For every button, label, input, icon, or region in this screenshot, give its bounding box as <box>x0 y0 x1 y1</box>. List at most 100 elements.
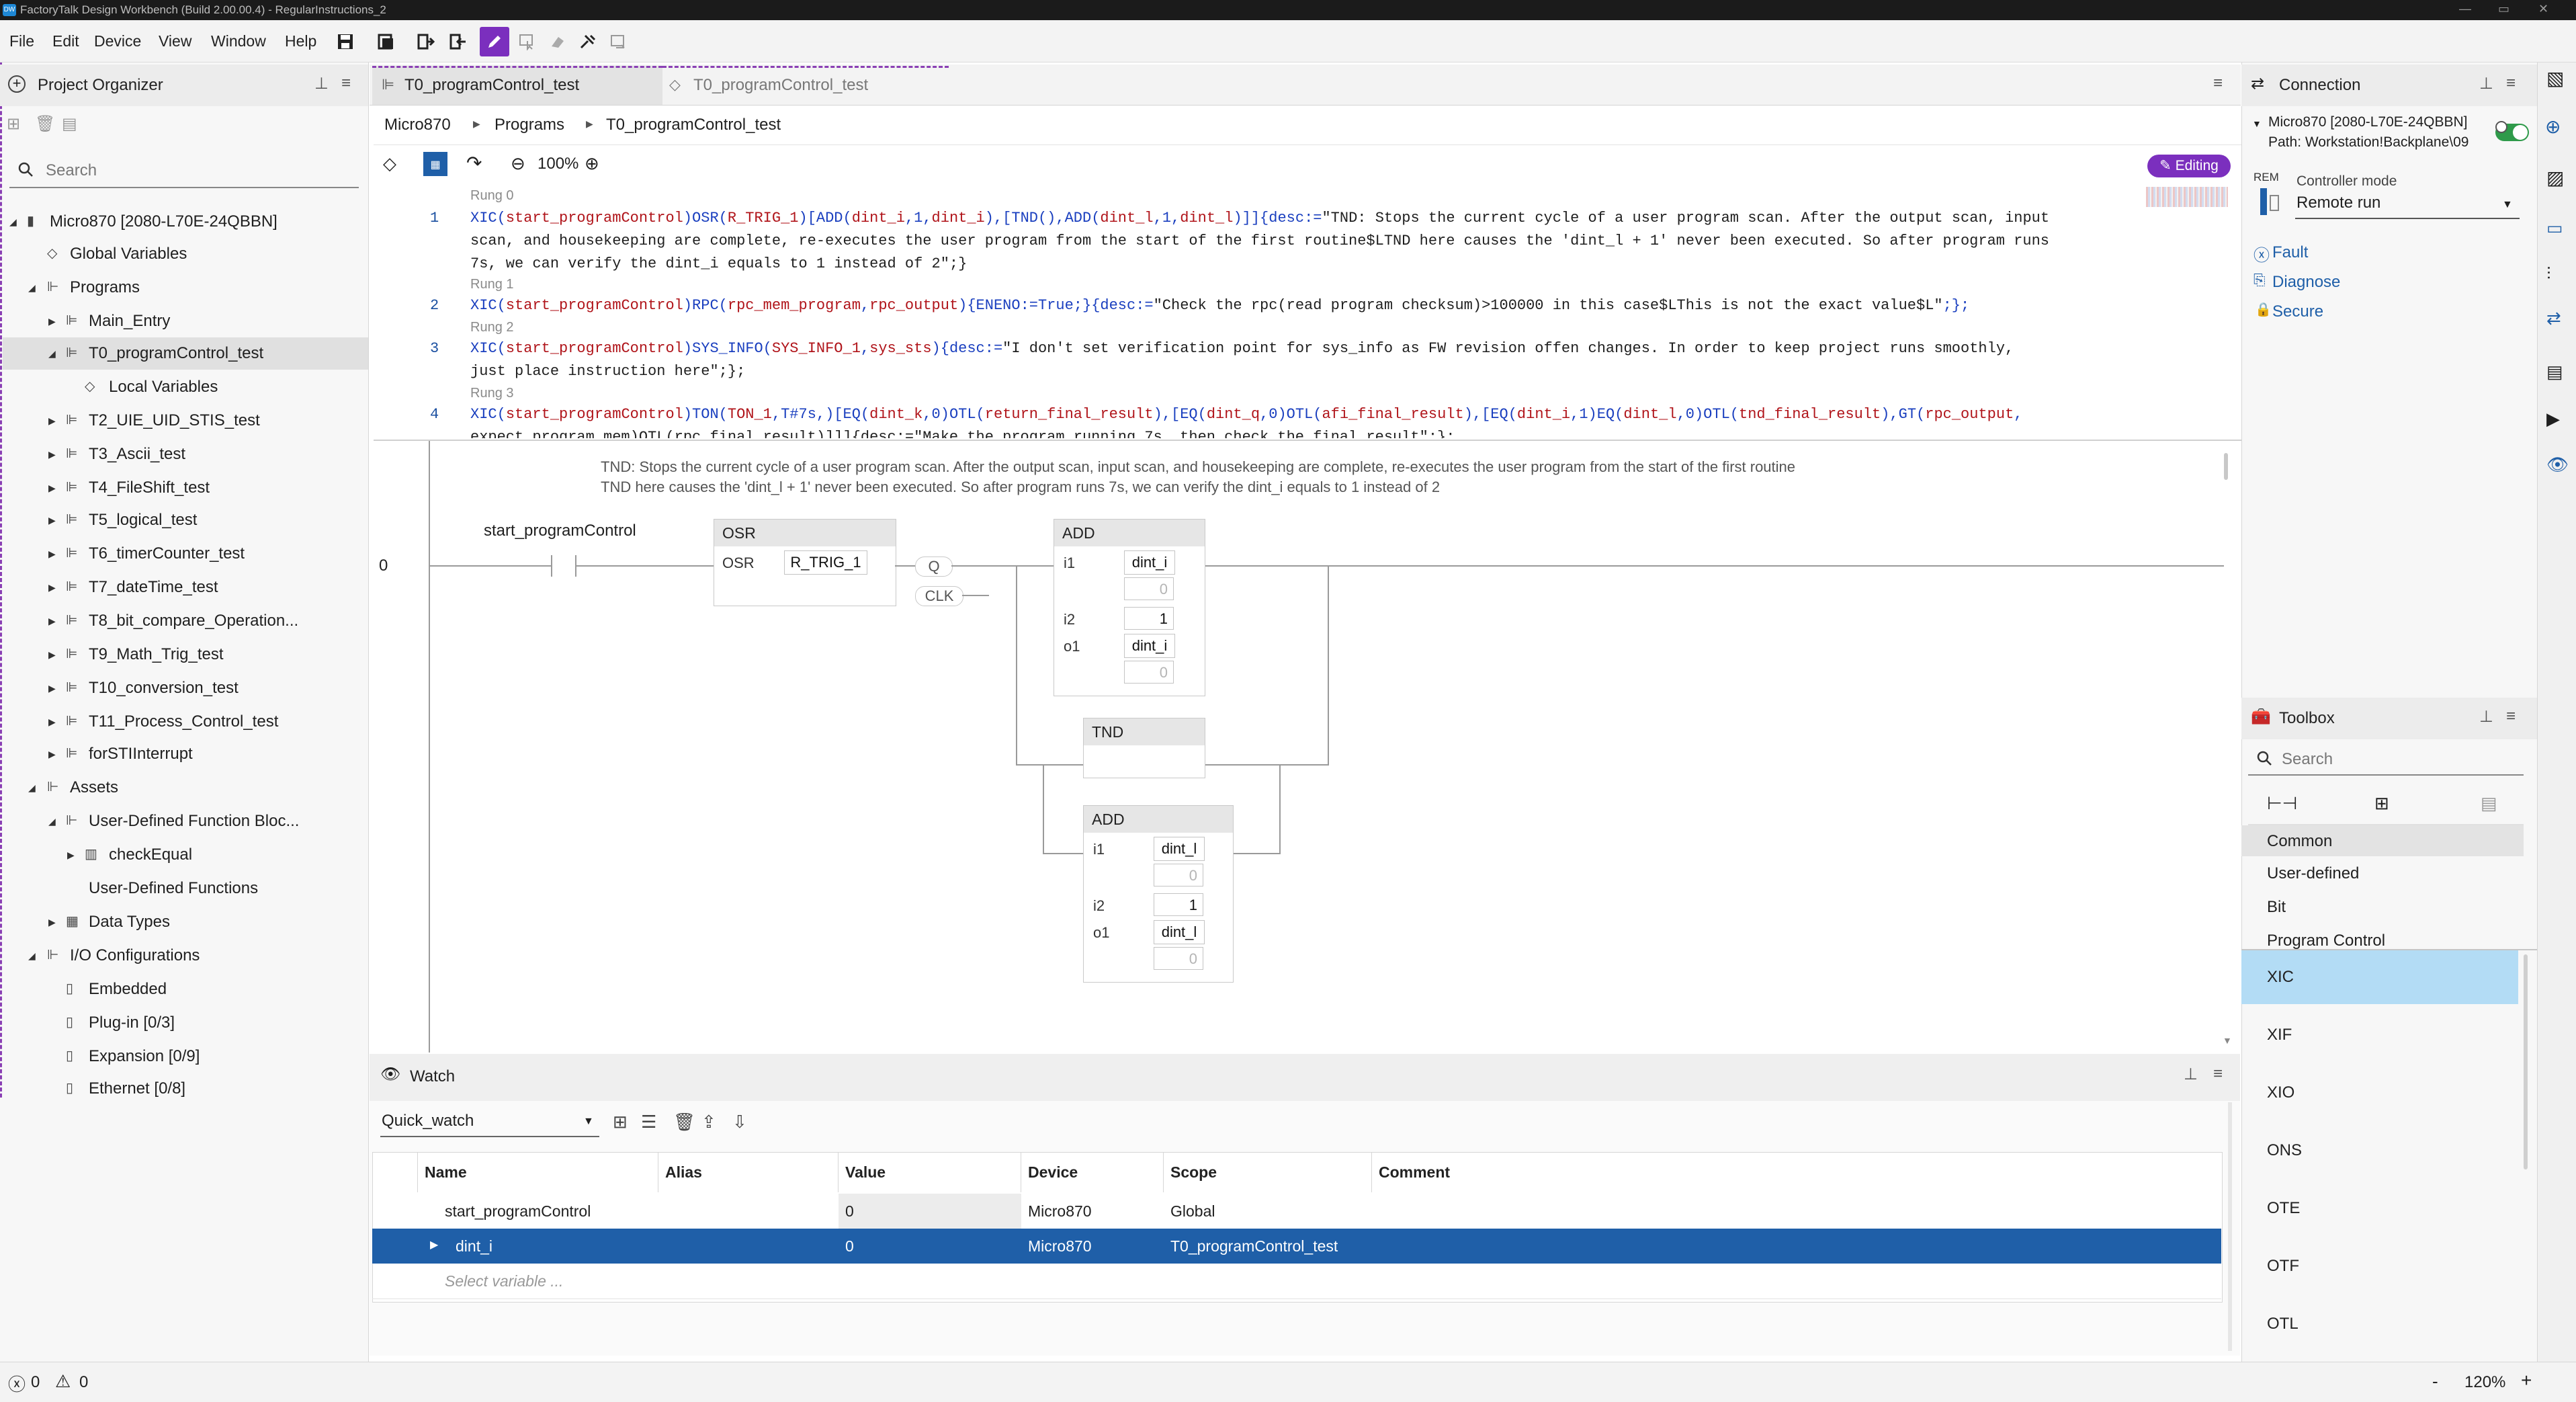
delete-icon[interactable]: 🗑 <box>673 1112 695 1132</box>
expand-icon[interactable]: ▶ <box>48 515 56 526</box>
watch-scrollbar[interactable] <box>2228 1102 2232 1351</box>
collapse-icon[interactable]: ◢ <box>28 282 36 294</box>
watch-panel-icon[interactable]: 👁 <box>2546 454 2569 475</box>
code-minimap[interactable] <box>2146 187 2228 207</box>
zoom-out-button[interactable]: - <box>2432 1371 2438 1392</box>
category-user-defined[interactable]: User-defined <box>2267 864 2359 883</box>
column-value[interactable]: Value <box>839 1152 1021 1192</box>
maximize-icon[interactable]: ▭ <box>2498 2 2509 16</box>
panel-menu-icon[interactable]: ≡ <box>2506 74 2516 93</box>
code-line[interactable]: scan, and housekeeping are complete, re-… <box>470 233 2049 249</box>
menu-window[interactable]: Window <box>211 32 266 50</box>
tree-program-t5[interactable]: T5_logical_test <box>89 511 197 530</box>
tree-assets[interactable]: Assets <box>70 778 118 797</box>
connection-panel-icon[interactable]: ⊕ <box>2545 116 2561 138</box>
zoom-in-icon[interactable]: ⊕ <box>585 153 599 174</box>
tree-program-t10[interactable]: T10_conversion_test <box>89 679 239 698</box>
zoom-out-icon[interactable]: ⊖ <box>511 153 525 174</box>
new-item-icon[interactable]: ⊞ <box>7 114 20 134</box>
save-all-icon[interactable] <box>371 27 400 56</box>
terminal-icon[interactable]: ▶ <box>2546 409 2560 429</box>
collapse-icon[interactable]: ◢ <box>48 348 56 360</box>
expand-icon[interactable]: ▶ <box>48 449 56 460</box>
fault-icon[interactable]: ⓧ <box>2253 242 2270 265</box>
column-alias[interactable]: Alias <box>658 1152 839 1192</box>
upload-icon[interactable] <box>411 27 441 56</box>
code-line[interactable]: XIC(start_programControl)OSR(R_TRIG_1)[A… <box>470 210 2049 226</box>
expand-icon[interactable]: ▶ <box>48 316 56 327</box>
add-block-2[interactable]: ADD i1 dint_l 0 i2 1 o1 dint_l 0 <box>1083 805 1234 983</box>
value-cell[interactable] <box>839 1194 1021 1229</box>
tree-program-t4[interactable]: T4_FileShift_test <box>89 479 210 497</box>
menu-view[interactable]: View <box>159 32 191 50</box>
pin-icon[interactable]: ⊥ <box>2479 74 2493 93</box>
st-tab-icon[interactable]: ▤ <box>2481 793 2497 814</box>
fault-link[interactable]: Fault <box>2272 243 2308 262</box>
panel-menu-icon[interactable]: ≡ <box>341 74 351 93</box>
tnd-block[interactable]: TND <box>1083 718 1205 778</box>
download-icon[interactable] <box>443 27 473 56</box>
table-row[interactable]: start_programControl 0 Micro870 Global <box>372 1194 2221 1229</box>
tree-check-equal[interactable]: checkEqual <box>109 846 192 864</box>
expand-icon[interactable]: ▶ <box>48 616 56 627</box>
tree-program-t2[interactable]: T2_UIE_UID_STIS_test <box>89 411 260 430</box>
contact-variable-name[interactable]: start_programControl <box>484 522 636 540</box>
tree-io-expansion[interactable]: Expansion [0/9] <box>89 1047 200 1066</box>
category-program-control[interactable]: Program Control <box>2267 932 2385 949</box>
controller-mode-select[interactable]: Remote run ▼ <box>2295 191 2520 219</box>
tree-io-embedded[interactable]: Embedded <box>89 980 167 999</box>
tools-icon[interactable] <box>572 27 602 56</box>
pin-icon[interactable]: ⊥ <box>2184 1065 2198 1084</box>
delete-icon[interactable]: 🗑 <box>35 114 55 134</box>
tree-program-t6[interactable]: T6_timerCounter_test <box>89 544 245 563</box>
pin-icon[interactable]: ⊥ <box>2479 707 2493 727</box>
warning-icon[interactable]: ⚠ <box>55 1371 71 1392</box>
ladder-diagram[interactable] <box>374 441 2241 1053</box>
expand-icon[interactable]: ▶ <box>67 850 75 861</box>
tree-program-main-entry[interactable]: Main_Entry <box>89 312 170 331</box>
add-block-1[interactable]: ADD i1 dint_i 0 i2 1 o1 dint_i 0 <box>1054 519 1205 696</box>
tag-icon[interactable]: ◇ <box>383 153 396 174</box>
monitor-icon[interactable]: ▤ <box>2546 362 2563 382</box>
project-search-field[interactable]: Search <box>9 152 359 188</box>
add1-o1-field[interactable]: dint_i <box>1124 634 1175 658</box>
category-bit[interactable]: Bit <box>2267 898 2286 917</box>
select-icon[interactable] <box>512 27 542 56</box>
collapse-icon[interactable]: ◢ <box>28 782 36 794</box>
fbd-tab-icon[interactable]: ⊞ <box>2374 793 2389 814</box>
menu-edit[interactable]: Edit <box>52 32 79 50</box>
expand-icon[interactable]: ▶ <box>48 749 56 760</box>
category-common[interactable]: Common <box>2267 832 2332 851</box>
save-icon[interactable] <box>331 27 360 56</box>
instruction-otf[interactable]: OTF <box>2267 1257 2299 1276</box>
tree-program-t9[interactable]: T9_Math_Trig_test <box>89 645 224 664</box>
add1-i1-field[interactable]: dint_i <box>1124 550 1175 575</box>
lock-icon[interactable]: 🔒 <box>2255 301 2272 318</box>
tab-t0-active[interactable]: ⊫ T0_programControl_test <box>372 66 662 105</box>
minimize-icon[interactable]: — <box>2459 2 2471 16</box>
instruction-ote[interactable]: OTE <box>2267 1199 2300 1218</box>
instruction-xio[interactable]: XIO <box>2267 1083 2294 1102</box>
network-icon[interactable]: ⇄ <box>2546 308 2561 329</box>
breadcrumb-controller[interactable]: Micro870 <box>384 116 451 134</box>
tree-program-t0[interactable]: T0_programControl_test <box>89 344 263 363</box>
expand-icon[interactable]: ▶ <box>48 582 56 593</box>
menu-help[interactable]: Help <box>285 32 316 50</box>
collapse-icon[interactable]: ◢ <box>28 950 36 962</box>
erase-icon[interactable] <box>543 27 572 56</box>
collapse-icon[interactable]: ◢ <box>9 216 17 228</box>
editor-menu-icon[interactable]: ≡ <box>2213 74 2223 93</box>
add-icon[interactable]: + <box>8 75 26 93</box>
diagnose-link[interactable]: Diagnose <box>2272 273 2340 292</box>
tree-data-types[interactable]: Data Types <box>89 913 170 932</box>
expand-icon[interactable]: ▶ <box>48 683 56 694</box>
menu-file[interactable]: File <box>9 32 34 50</box>
diagnose-icon[interactable]: ⎘ <box>2253 272 2266 289</box>
column-scope[interactable]: Scope <box>1164 1152 1372 1192</box>
watch-list-select[interactable]: Quick_watch ▼ <box>380 1109 599 1137</box>
library-icon[interactable]: ▨ <box>2546 167 2564 189</box>
add-watch-icon[interactable]: ⊞ <box>613 1112 628 1132</box>
code-line-clipped[interactable]: expect_program_mem)OTL(rpc_final_result)… <box>470 429 1455 438</box>
tree-programs[interactable]: Programs <box>70 278 140 297</box>
properties-panel-icon[interactable]: ▧ <box>2546 67 2564 89</box>
